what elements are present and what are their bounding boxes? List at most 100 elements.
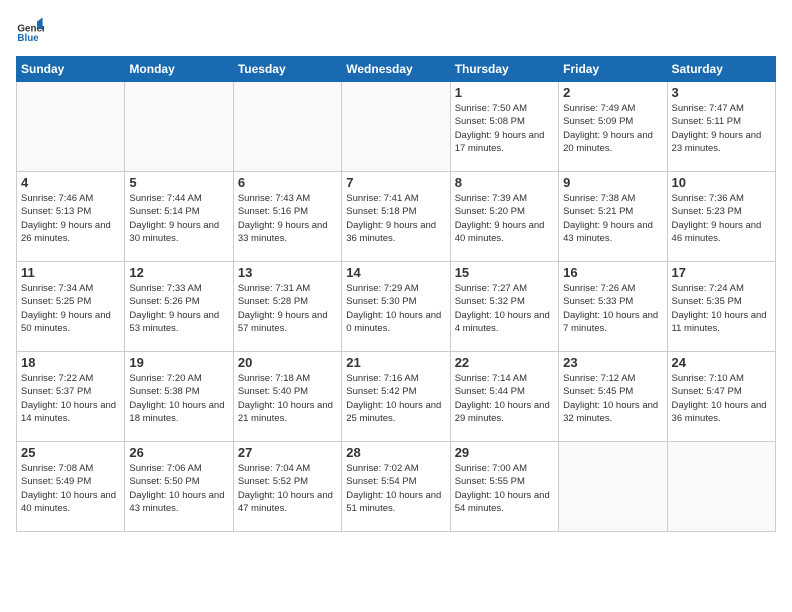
cell-content: Sunrise: 7:06 AMSunset: 5:50 PMDaylight:… bbox=[129, 462, 228, 515]
day-number: 20 bbox=[238, 355, 337, 370]
day-number: 23 bbox=[563, 355, 662, 370]
weekday-header-tuesday: Tuesday bbox=[233, 57, 341, 82]
day-number: 14 bbox=[346, 265, 445, 280]
calendar-cell: 23 Sunrise: 7:12 AMSunset: 5:45 PMDayligh… bbox=[559, 352, 667, 442]
cell-content: Sunrise: 7:24 AMSunset: 5:35 PMDaylight:… bbox=[672, 282, 771, 335]
cell-content: Sunrise: 7:26 AMSunset: 5:33 PMDaylight:… bbox=[563, 282, 662, 335]
cell-content: Sunrise: 7:34 AMSunset: 5:25 PMDaylight:… bbox=[21, 282, 120, 335]
calendar-cell: 15 Sunrise: 7:27 AMSunset: 5:32 PMDayligh… bbox=[450, 262, 558, 352]
calendar-cell: 1 Sunrise: 7:50 AMSunset: 5:08 PMDaylight… bbox=[450, 82, 558, 172]
calendar-cell: 22 Sunrise: 7:14 AMSunset: 5:44 PMDayligh… bbox=[450, 352, 558, 442]
day-number: 1 bbox=[455, 85, 554, 100]
calendar-cell: 6Sunrise: 7:43 AMSunset: 5:16 PMDaylight… bbox=[233, 172, 341, 262]
calendar-cell: 29 Sunrise: 7:00 AMSunset: 5:55 PMDayligh… bbox=[450, 442, 558, 532]
calendar-cell bbox=[125, 82, 233, 172]
cell-content: Sunrise: 7:08 AMSunset: 5:49 PMDaylight:… bbox=[21, 462, 120, 515]
cell-content: Sunrise: 7:27 AMSunset: 5:32 PMDaylight:… bbox=[455, 282, 554, 335]
weekday-header-thursday: Thursday bbox=[450, 57, 558, 82]
calendar-cell bbox=[17, 82, 125, 172]
day-number: 10 bbox=[672, 175, 771, 190]
weekday-header-sunday: Sunday bbox=[17, 57, 125, 82]
cell-content: Sunrise: 7:04 AMSunset: 5:52 PMDaylight:… bbox=[238, 462, 337, 515]
calendar-cell: 14 Sunrise: 7:29 AMSunset: 5:30 PMDayligh… bbox=[342, 262, 450, 352]
calendar-cell: 2 Sunrise: 7:49 AMSunset: 5:09 PMDaylight… bbox=[559, 82, 667, 172]
weekday-header-saturday: Saturday bbox=[667, 57, 775, 82]
cell-content: Sunrise: 7:47 AMSunset: 5:11 PMDaylight:… bbox=[672, 102, 771, 155]
day-number: 7 bbox=[346, 175, 445, 190]
cell-content: Sunrise: 7:49 AMSunset: 5:09 PMDaylight:… bbox=[563, 102, 662, 155]
cell-content: Sunrise: 7:22 AMSunset: 5:37 PMDaylight:… bbox=[21, 372, 120, 425]
cell-content: Sunrise: 7:02 AMSunset: 5:54 PMDaylight:… bbox=[346, 462, 445, 515]
cell-content: Sunrise: 7:20 AMSunset: 5:38 PMDaylight:… bbox=[129, 372, 228, 425]
day-number: 17 bbox=[672, 265, 771, 280]
cell-content: Sunrise: 7:36 AMSunset: 5:23 PMDaylight:… bbox=[672, 192, 771, 245]
cell-content: Sunrise: 7:33 AMSunset: 5:26 PMDaylight:… bbox=[129, 282, 228, 335]
day-number: 12 bbox=[129, 265, 228, 280]
calendar-cell: 7 Sunrise: 7:41 AMSunset: 5:18 PMDaylight… bbox=[342, 172, 450, 262]
cell-content: Sunrise: 7:12 AMSunset: 5:45 PMDaylight:… bbox=[563, 372, 662, 425]
day-number: 29 bbox=[455, 445, 554, 460]
weekday-header-wednesday: Wednesday bbox=[342, 57, 450, 82]
calendar-cell: 18 Sunrise: 7:22 AMSunset: 5:37 PMDayligh… bbox=[17, 352, 125, 442]
day-number: 3 bbox=[672, 85, 771, 100]
day-number: 28 bbox=[346, 445, 445, 460]
cell-content: Sunrise: 7:16 AMSunset: 5:42 PMDaylight:… bbox=[346, 372, 445, 425]
cell-content: Sunrise: 7:00 AMSunset: 5:55 PMDaylight:… bbox=[455, 462, 554, 515]
calendar-cell: 4 Sunrise: 7:46 AMSunset: 5:13 PMDaylight… bbox=[17, 172, 125, 262]
day-number: 13 bbox=[238, 265, 337, 280]
calendar-cell: 9 Sunrise: 7:38 AMSunset: 5:21 PMDaylight… bbox=[559, 172, 667, 262]
cell-content: Sunrise: 7:14 AMSunset: 5:44 PMDaylight:… bbox=[455, 372, 554, 425]
day-number: 19 bbox=[129, 355, 228, 370]
calendar-cell: 21 Sunrise: 7:16 AMSunset: 5:42 PMDayligh… bbox=[342, 352, 450, 442]
day-number: 22 bbox=[455, 355, 554, 370]
calendar-cell: 27 Sunrise: 7:04 AMSunset: 5:52 PMDayligh… bbox=[233, 442, 341, 532]
calendar-cell bbox=[667, 442, 775, 532]
day-number: 4 bbox=[21, 175, 120, 190]
day-number: 9 bbox=[563, 175, 662, 190]
day-number: 5 bbox=[129, 175, 228, 190]
day-number: 16 bbox=[563, 265, 662, 280]
cell-content: Sunrise: 7:44 AMSunset: 5:14 PMDaylight:… bbox=[129, 192, 228, 245]
cell-content: Sunrise: 7:43 AMSunset: 5:16 PMDaylight:… bbox=[238, 192, 337, 245]
day-number: 25 bbox=[21, 445, 120, 460]
day-number: 27 bbox=[238, 445, 337, 460]
day-number: 26 bbox=[129, 445, 228, 460]
svg-text:Blue: Blue bbox=[17, 33, 39, 44]
calendar-cell: 10 Sunrise: 7:36 AMSunset: 5:23 PMDayligh… bbox=[667, 172, 775, 262]
calendar-cell: 5 Sunrise: 7:44 AMSunset: 5:14 PMDaylight… bbox=[125, 172, 233, 262]
weekday-header-friday: Friday bbox=[559, 57, 667, 82]
cell-content: Sunrise: 7:50 AMSunset: 5:08 PMDaylight:… bbox=[455, 102, 554, 155]
calendar-cell: 25 Sunrise: 7:08 AMSunset: 5:49 PMDayligh… bbox=[17, 442, 125, 532]
cell-content: Sunrise: 7:46 AMSunset: 5:13 PMDaylight:… bbox=[21, 192, 120, 245]
logo: General Blue bbox=[16, 16, 48, 44]
calendar-cell: 19 Sunrise: 7:20 AMSunset: 5:38 PMDayligh… bbox=[125, 352, 233, 442]
calendar-cell: 13 Sunrise: 7:31 AMSunset: 5:28 PMDayligh… bbox=[233, 262, 341, 352]
cell-content: Sunrise: 7:38 AMSunset: 5:21 PMDaylight:… bbox=[563, 192, 662, 245]
cell-content: Sunrise: 7:18 AMSunset: 5:40 PMDaylight:… bbox=[238, 372, 337, 425]
calendar-cell: 16 Sunrise: 7:26 AMSunset: 5:33 PMDayligh… bbox=[559, 262, 667, 352]
day-number: 24 bbox=[672, 355, 771, 370]
day-number: 2 bbox=[563, 85, 662, 100]
calendar-cell: 17 Sunrise: 7:24 AMSunset: 5:35 PMDayligh… bbox=[667, 262, 775, 352]
page-header: General Blue bbox=[16, 16, 776, 44]
calendar-cell: 3 Sunrise: 7:47 AMSunset: 5:11 PMDaylight… bbox=[667, 82, 775, 172]
calendar-table: SundayMondayTuesdayWednesdayThursdayFrid… bbox=[16, 56, 776, 532]
calendar-cell: 26 Sunrise: 7:06 AMSunset: 5:50 PMDayligh… bbox=[125, 442, 233, 532]
calendar-cell: 24 Sunrise: 7:10 AMSunset: 5:47 PMDayligh… bbox=[667, 352, 775, 442]
cell-content: Sunrise: 7:41 AMSunset: 5:18 PMDaylight:… bbox=[346, 192, 445, 245]
day-number: 15 bbox=[455, 265, 554, 280]
day-number: 18 bbox=[21, 355, 120, 370]
calendar-cell bbox=[342, 82, 450, 172]
cell-content: Sunrise: 7:10 AMSunset: 5:47 PMDaylight:… bbox=[672, 372, 771, 425]
logo-icon: General Blue bbox=[16, 16, 44, 44]
calendar-cell: 11 Sunrise: 7:34 AMSunset: 5:25 PMDayligh… bbox=[17, 262, 125, 352]
day-number: 21 bbox=[346, 355, 445, 370]
cell-content: Sunrise: 7:29 AMSunset: 5:30 PMDaylight:… bbox=[346, 282, 445, 335]
weekday-header-monday: Monday bbox=[125, 57, 233, 82]
day-number: 8 bbox=[455, 175, 554, 190]
calendar-cell bbox=[233, 82, 341, 172]
calendar-cell: 12 Sunrise: 7:33 AMSunset: 5:26 PMDayligh… bbox=[125, 262, 233, 352]
day-number: 11 bbox=[21, 265, 120, 280]
cell-content: Sunrise: 7:31 AMSunset: 5:28 PMDaylight:… bbox=[238, 282, 337, 335]
calendar-cell: 28 Sunrise: 7:02 AMSunset: 5:54 PMDayligh… bbox=[342, 442, 450, 532]
